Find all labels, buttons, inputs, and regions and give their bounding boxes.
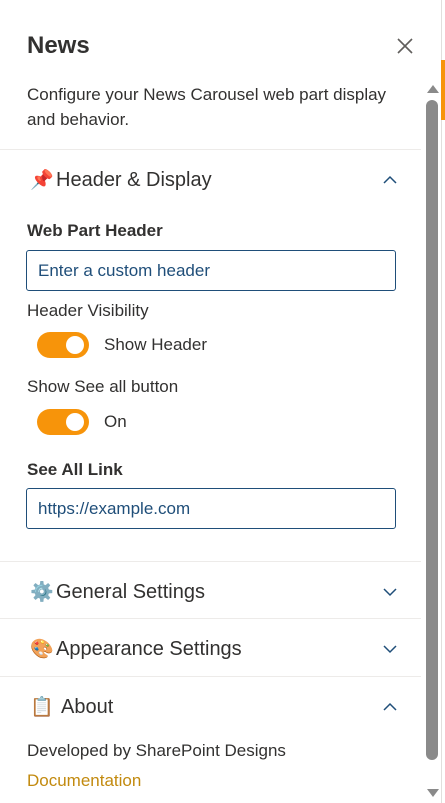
edge-accent — [441, 60, 445, 120]
scrollbar-thumb[interactable] — [426, 100, 438, 760]
section-label: About — [61, 695, 114, 718]
see-all-button-label: Show See all button — [27, 377, 179, 396]
toggle-knob — [66, 336, 84, 354]
scroll-down-arrow-icon[interactable] — [427, 789, 439, 797]
see-all-button-row: On — [37, 409, 127, 435]
palette-icon: 🎨 — [30, 639, 54, 660]
toggle-knob — [66, 413, 84, 431]
gear-icon: ⚙️ — [30, 582, 54, 603]
see-all-link-input[interactable] — [26, 488, 396, 529]
scroll-up-arrow-icon[interactable] — [427, 85, 439, 93]
clipboard-icon: 📋 — [30, 697, 54, 718]
section-label: Appearance Settings — [56, 637, 242, 660]
pushpin-icon: 📌 — [30, 170, 54, 191]
chevron-down-icon — [383, 645, 397, 654]
header-visibility-label: Header Visibility — [27, 301, 149, 320]
section-header-display[interactable]: 📌 Header & Display — [30, 165, 398, 195]
see-all-link-label: See All Link — [27, 460, 123, 479]
section-label: Header & Display — [56, 168, 212, 191]
close-icon — [397, 38, 413, 54]
section-label: General Settings — [56, 580, 205, 603]
chevron-down-icon — [383, 588, 397, 597]
divider — [0, 676, 421, 677]
panel-description: Configure your News Carousel web part di… — [27, 85, 387, 129]
header-visibility-row: Show Header — [37, 332, 207, 358]
see-all-button-toggle-text: On — [104, 412, 127, 431]
see-all-button-toggle[interactable] — [37, 409, 89, 435]
property-pane: News Configure your News Carousel web pa… — [0, 0, 421, 803]
chevron-up-icon — [383, 702, 397, 711]
header-visibility-toggle-text: Show Header — [104, 335, 208, 354]
section-appearance-settings[interactable]: 🎨 Appearance Settings — [30, 634, 398, 664]
web-part-header-label: Web Part Header — [27, 221, 163, 240]
divider — [0, 618, 421, 619]
developed-by-text: Developed by SharePoint Designs — [27, 741, 286, 760]
chevron-up-icon — [383, 175, 397, 184]
panel-edge — [441, 0, 442, 803]
web-part-header-input[interactable] — [26, 250, 396, 291]
divider — [0, 561, 421, 562]
section-about[interactable]: 📋 About — [30, 692, 398, 722]
divider — [0, 149, 421, 150]
section-general-settings[interactable]: ⚙️ General Settings — [30, 577, 398, 607]
panel-title: News — [27, 32, 90, 59]
header-visibility-toggle[interactable] — [37, 332, 89, 358]
documentation-link[interactable]: Documentation — [27, 771, 141, 791]
close-button[interactable] — [393, 34, 417, 58]
